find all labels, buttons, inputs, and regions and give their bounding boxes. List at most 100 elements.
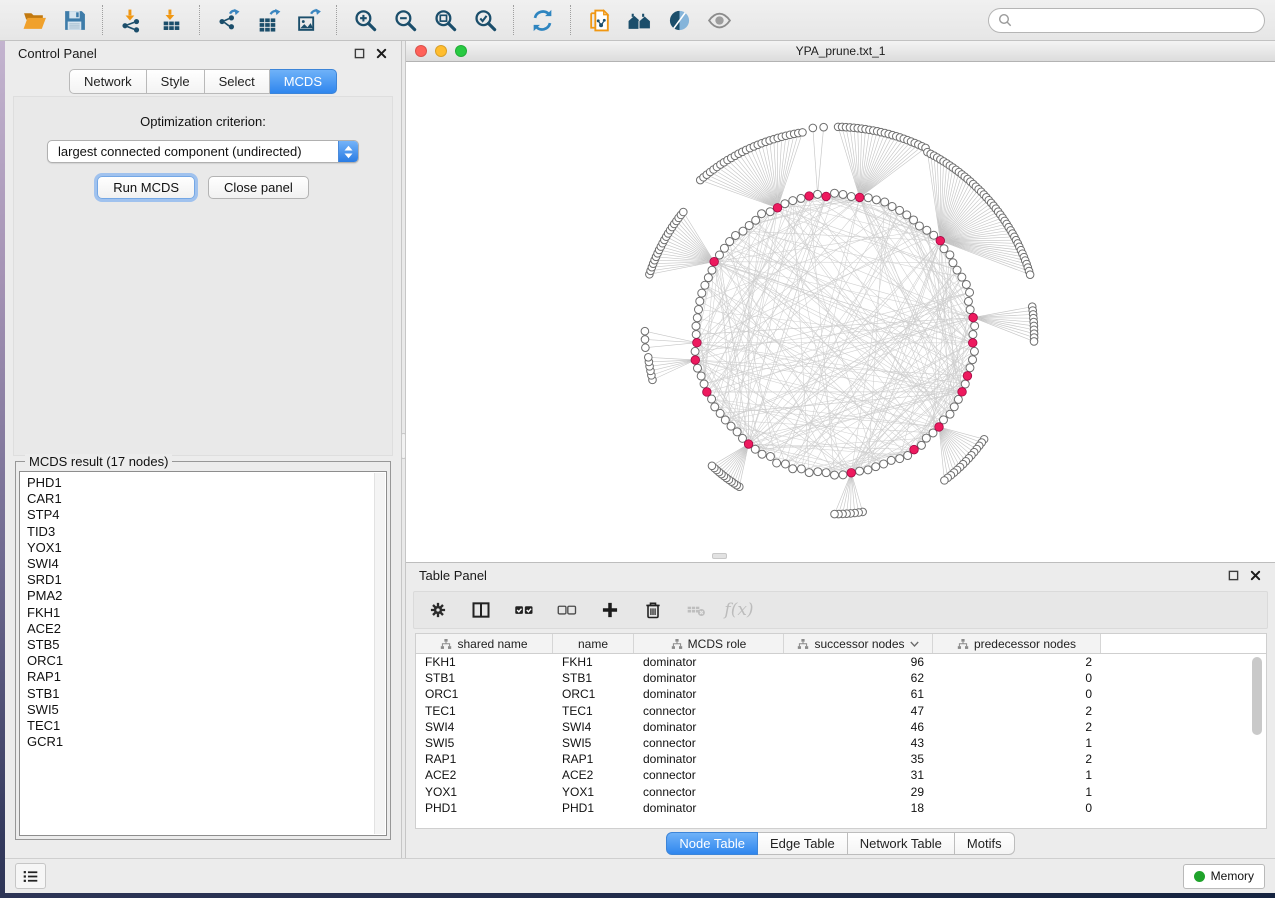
table-scrollbar-thumb[interactable]: [1252, 657, 1262, 735]
table-row[interactable]: PHD1PHD1dominator180: [416, 800, 1266, 816]
column-label: shared name: [457, 637, 527, 651]
tab-network[interactable]: Network: [69, 69, 147, 94]
mcds-result-item[interactable]: SRD1: [27, 572, 372, 588]
column-tree-icon: [797, 638, 809, 650]
mcds-result-item[interactable]: STB5: [27, 637, 372, 653]
zoom-out-button[interactable]: [389, 4, 421, 36]
column-header-predecessor-nodes[interactable]: predecessor nodes: [933, 634, 1101, 653]
optimization-criterion-label: Optimization criterion:: [140, 114, 266, 129]
tab-network-table[interactable]: Network Table: [848, 832, 955, 855]
horizontal-splitter-handle[interactable]: [712, 553, 727, 559]
mcds-result-item[interactable]: SWI4: [27, 556, 372, 572]
clone-network-button[interactable]: [583, 4, 615, 36]
show-hide-graphics-icon: [707, 8, 732, 33]
import-network-button[interactable]: [115, 4, 147, 36]
task-history-button[interactable]: [15, 863, 46, 889]
search-box[interactable]: [988, 8, 1265, 33]
export-table-button[interactable]: [252, 4, 284, 36]
export-image-icon: [296, 8, 321, 33]
tab-select[interactable]: Select: [205, 69, 270, 94]
save-session-icon: [62, 8, 87, 33]
table-row[interactable]: RAP1RAP1dominator352: [416, 751, 1266, 767]
table-row[interactable]: TEC1TEC1connector472: [416, 703, 1266, 719]
table-row[interactable]: ORC1ORC1dominator610: [416, 686, 1266, 702]
mcds-result-item[interactable]: SWI5: [27, 702, 372, 718]
apply-preferred-layout-button[interactable]: [526, 4, 558, 36]
mcds-result-item[interactable]: ORC1: [27, 653, 372, 669]
add-column-button[interactable]: [598, 598, 622, 622]
select-all-columns-button[interactable]: [512, 598, 536, 622]
table-cell: 1: [933, 768, 1101, 782]
network-titlebar[interactable]: YPA_prune.txt_1: [406, 41, 1275, 62]
mcds-result-list[interactable]: PHD1CAR1STP4TID3YOX1SWI4SRD1PMA2FKH1ACE2…: [19, 471, 387, 836]
close-window-icon[interactable]: [415, 45, 427, 57]
tab-mcds[interactable]: MCDS: [270, 69, 337, 94]
table-row[interactable]: STB1STB1dominator620: [416, 670, 1266, 686]
column-header-successor-nodes[interactable]: successor nodes: [784, 634, 933, 653]
show-hide-graphics-button[interactable]: [703, 4, 735, 36]
control-panel: Control Panel NetworkStyleSelectMCDS Opt…: [5, 41, 401, 858]
toggle-graphics-details-button[interactable]: [663, 4, 695, 36]
column-panel-button[interactable]: [469, 598, 493, 622]
close-panel-button[interactable]: Close panel: [208, 176, 309, 199]
close-table-panel-icon[interactable]: [1249, 569, 1262, 582]
search-input[interactable]: [1016, 13, 1255, 27]
mcds-result-item[interactable]: FKH1: [27, 605, 372, 621]
table-row[interactable]: SWI4SWI4dominator462: [416, 719, 1266, 735]
zoom-selected-button[interactable]: [469, 4, 501, 36]
list-icon: [22, 868, 39, 885]
column-header-name[interactable]: name: [553, 634, 634, 653]
export-network-button[interactable]: [212, 4, 244, 36]
table-row[interactable]: SWI5SWI5connector431: [416, 735, 1266, 751]
unselect-all-columns-button[interactable]: [555, 598, 579, 622]
network-canvas[interactable]: [406, 62, 1275, 562]
mcds-result-item[interactable]: PHD1: [27, 475, 372, 491]
save-session-button[interactable]: [58, 4, 90, 36]
zoom-fit-button[interactable]: [429, 4, 461, 36]
tab-motifs[interactable]: Motifs: [955, 832, 1015, 855]
result-scrollbar[interactable]: [374, 473, 385, 834]
mcds-result-item[interactable]: YOX1: [27, 540, 372, 556]
table-cell: dominator: [634, 671, 784, 685]
tab-style[interactable]: Style: [147, 69, 205, 94]
close-panel-icon[interactable]: [375, 47, 388, 60]
zoom-in-button[interactable]: [349, 4, 381, 36]
mcds-result-item[interactable]: CAR1: [27, 491, 372, 507]
table-cell: 61: [784, 687, 933, 701]
maximize-window-icon[interactable]: [455, 45, 467, 57]
mcds-result-item[interactable]: GCR1: [27, 734, 372, 750]
first-neighbors-button[interactable]: [623, 4, 655, 36]
search-icon: [998, 13, 1012, 27]
criterion-dropdown[interactable]: largest connected component (undirected): [47, 140, 359, 163]
column-header-mcds-role[interactable]: MCDS role: [634, 634, 784, 653]
table-row[interactable]: YOX1YOX1connector291: [416, 784, 1266, 800]
mcds-result-item[interactable]: STP4: [27, 507, 372, 523]
float-table-panel-icon[interactable]: [1227, 569, 1240, 582]
table-cell: connector: [634, 704, 784, 718]
mcds-result-item[interactable]: RAP1: [27, 669, 372, 685]
memory-button[interactable]: Memory: [1183, 864, 1265, 889]
import-table-button[interactable]: [155, 4, 187, 36]
tab-node-table[interactable]: Node Table: [666, 832, 758, 855]
mcds-result-item[interactable]: PMA2: [27, 588, 372, 604]
table-scrollbar[interactable]: [1252, 657, 1263, 825]
float-panel-icon[interactable]: [353, 47, 366, 60]
mcds-result-item[interactable]: TID3: [27, 524, 372, 540]
table-row[interactable]: ACE2ACE2connector311: [416, 767, 1266, 783]
run-mcds-button[interactable]: Run MCDS: [97, 176, 195, 199]
network-graph[interactable]: [406, 62, 1275, 562]
toolbar-separator: [199, 5, 200, 35]
minimize-window-icon[interactable]: [435, 45, 447, 57]
column-label: predecessor nodes: [974, 637, 1076, 651]
apply-preferred-layout-icon: [530, 8, 555, 33]
table-row[interactable]: FKH1FKH1dominator962: [416, 654, 1266, 670]
mcds-result-item[interactable]: ACE2: [27, 621, 372, 637]
delete-columns-button[interactable]: [641, 598, 665, 622]
mcds-result-item[interactable]: TEC1: [27, 718, 372, 734]
open-session-button[interactable]: [18, 4, 50, 36]
tab-edge-table[interactable]: Edge Table: [758, 832, 848, 855]
column-header-shared-name[interactable]: shared name: [416, 634, 553, 653]
table-settings-button[interactable]: [426, 598, 450, 622]
mcds-result-item[interactable]: STB1: [27, 686, 372, 702]
export-image-button[interactable]: [292, 4, 324, 36]
